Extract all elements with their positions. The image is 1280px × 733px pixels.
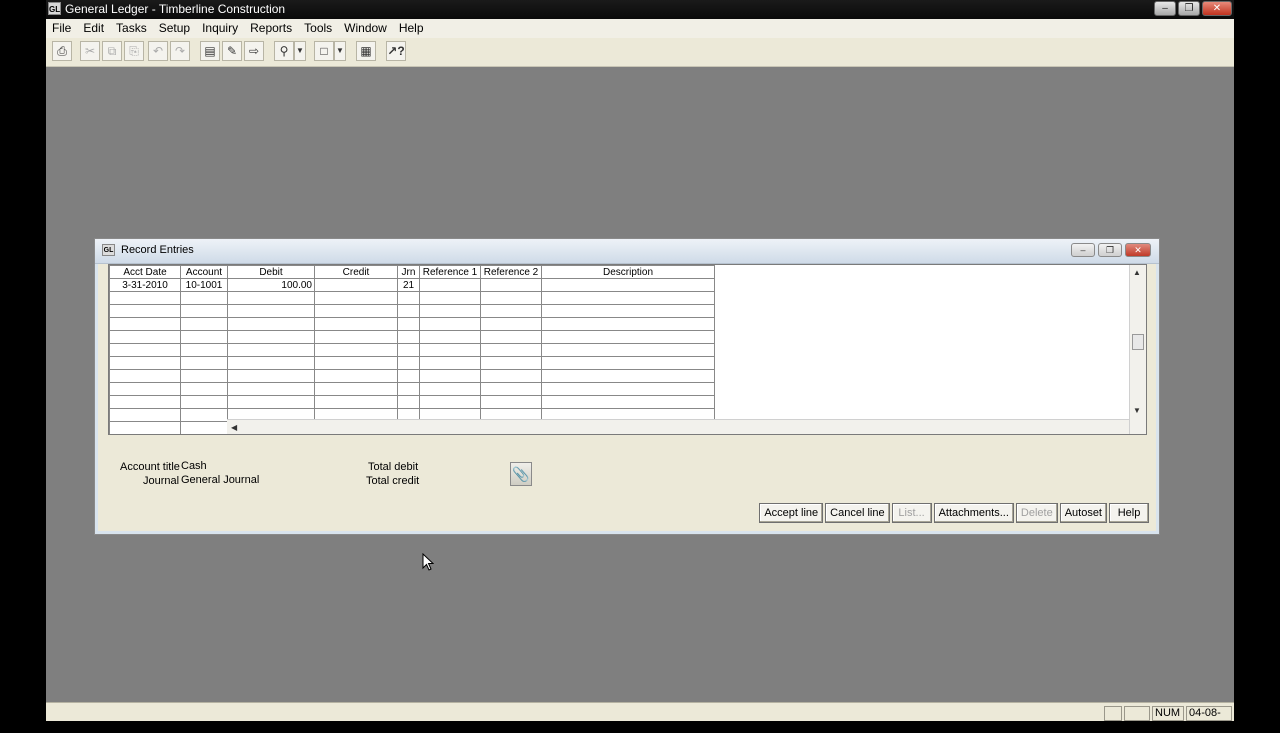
print-icon[interactable]: ⎙ — [52, 41, 72, 61]
cancel-line-button[interactable]: Cancel line — [825, 503, 890, 523]
table-row[interactable] — [109, 343, 715, 357]
dialog-restore-button[interactable]: ❐ — [1098, 243, 1122, 257]
redo-icon[interactable]: ↷ — [170, 41, 190, 61]
edit-form-icon[interactable]: ✎ — [222, 41, 242, 61]
total-debit-label: Total debit — [368, 461, 419, 473]
dialog-title-bar: GL Record Entries – ❐ ✕ — [95, 239, 1159, 264]
close-button[interactable]: ✕ — [1202, 1, 1232, 16]
form-icon[interactable]: ▤ — [200, 41, 220, 61]
column-header[interactable]: Account — [180, 265, 228, 279]
context-help-icon[interactable]: ↗? — [386, 41, 406, 61]
status-date: 04-08-10 — [1186, 706, 1232, 732]
mouse-cursor-icon — [422, 552, 435, 574]
dialog-icon: GL — [102, 244, 115, 256]
paste-icon[interactable]: ⎘ — [124, 41, 144, 61]
journal-label: Journal — [143, 475, 180, 487]
menu-inquiry[interactable]: Inquiry — [196, 19, 244, 38]
toolbar: ⎙ ✂ ⧉ ⎘ ↶ ↷ ▤ ✎ ⇨ ⚲ ▼ □ ▼ ▦ ↗? — [46, 38, 1234, 67]
status-bar: NUM 04-08-10 — [46, 702, 1234, 732]
column-header[interactable]: Description — [541, 265, 715, 279]
scroll-left-icon[interactable]: ◀ — [231, 423, 237, 432]
window-controls: – ❐ ✕ — [1154, 1, 1232, 16]
record-entries-dialog: GL Record Entries – ❐ ✕ Acct Date Accoun… — [94, 238, 1160, 535]
dialog-title: Record Entries — [121, 244, 194, 256]
column-header[interactable]: Reference 1 — [419, 265, 481, 279]
paperclip-icon[interactable]: 📎 — [510, 462, 532, 486]
autoset-button[interactable]: Autoset — [1059, 503, 1107, 523]
title-bar: GL General Ledger - Timberline Construct… — [46, 0, 1234, 19]
description-cell[interactable] — [541, 278, 715, 292]
entries-grid: Acct Date Account Debit Credit Jrn Refer… — [108, 264, 1147, 435]
column-header[interactable]: Jrn — [397, 265, 420, 279]
total-credit-label: Total credit — [366, 475, 420, 487]
debit-cell[interactable]: 100.00 — [227, 278, 315, 292]
calculator-icon[interactable]: ▦ — [356, 41, 376, 61]
account-cell[interactable]: 10-1001 — [180, 278, 228, 292]
dropdown-icon[interactable]: ▼ — [294, 41, 306, 61]
dropdown-icon[interactable]: ▼ — [334, 41, 346, 61]
scroll-up-icon[interactable]: ▲ — [1133, 268, 1141, 277]
dialog-minimize-button[interactable]: – — [1071, 243, 1095, 257]
reference-2-cell[interactable] — [480, 278, 542, 292]
accept-line-button[interactable]: Accept line — [759, 503, 824, 523]
vertical-scrollbar[interactable]: ▲ ▼ — [1129, 265, 1146, 434]
dialog-button-row: Accept line Cancel line List... Attachme… — [759, 503, 1149, 523]
export-icon[interactable]: ⇨ — [244, 41, 264, 61]
dialog-close-button[interactable]: ✕ — [1125, 243, 1151, 257]
num-lock-indicator: NUM — [1152, 706, 1184, 721]
menu-file[interactable]: File — [46, 19, 77, 38]
list-button[interactable]: List... — [891, 503, 932, 523]
column-header[interactable]: Acct Date — [109, 265, 181, 279]
menu-bar: File Edit Tasks Setup Inquiry Reports To… — [46, 19, 1234, 38]
acct-date-cell[interactable]: 3-31-2010 — [109, 278, 181, 292]
status-cell — [1104, 706, 1122, 721]
column-header[interactable]: Debit — [227, 265, 315, 279]
restore-button[interactable]: ❐ — [1178, 1, 1200, 16]
journal-cell[interactable]: 21 — [397, 278, 420, 292]
menu-window[interactable]: Window — [338, 19, 393, 38]
column-header[interactable]: Reference 2 — [480, 265, 542, 279]
table-row[interactable] — [109, 369, 715, 383]
account-title-label: Account title — [120, 461, 180, 473]
window-title: General Ledger - Timberline Construction — [65, 2, 286, 16]
menu-tasks[interactable]: Tasks — [110, 19, 153, 38]
menu-setup[interactable]: Setup — [153, 19, 196, 38]
table-row[interactable] — [109, 330, 715, 344]
table-row[interactable] — [109, 382, 715, 396]
column-header[interactable]: Credit — [314, 265, 398, 279]
copy-icon[interactable]: ⧉ — [102, 41, 122, 61]
status-cell — [1124, 706, 1150, 721]
attachments-button[interactable]: Attachments... — [933, 503, 1014, 523]
scrollbar-thumb[interactable] — [1132, 334, 1144, 350]
app-icon: GL — [48, 2, 61, 15]
grid-header-row: Acct Date Account Debit Credit Jrn Refer… — [109, 265, 715, 279]
delete-button[interactable]: Delete — [1015, 503, 1058, 523]
menu-help[interactable]: Help — [393, 19, 430, 38]
new-icon[interactable]: □ — [314, 41, 334, 61]
undo-icon[interactable]: ↶ — [148, 41, 168, 61]
table-row[interactable] — [109, 291, 715, 305]
minimize-button[interactable]: – — [1154, 1, 1176, 16]
menu-tools[interactable]: Tools — [298, 19, 338, 38]
table-row[interactable] — [109, 304, 715, 318]
dialog-window-controls: – ❐ ✕ — [1071, 243, 1151, 257]
reference-1-cell[interactable] — [419, 278, 481, 292]
table-row[interactable] — [109, 317, 715, 331]
table-row[interactable] — [109, 395, 715, 409]
menu-edit[interactable]: Edit — [77, 19, 110, 38]
cut-icon[interactable]: ✂ — [80, 41, 100, 61]
menu-reports[interactable]: Reports — [244, 19, 298, 38]
horizontal-scrollbar[interactable]: ◀ ▶ — [227, 419, 1145, 434]
help-button[interactable]: Help — [1109, 503, 1149, 523]
journal-value: General Journal — [181, 474, 260, 486]
table-row[interactable] — [109, 356, 715, 370]
table-row: 3-31-2010 10-1001 100.00 21 — [109, 278, 715, 292]
account-title-value: Cash — [181, 460, 207, 472]
entries-table: Acct Date Account Debit Credit Jrn Refer… — [109, 265, 715, 434]
credit-cell[interactable] — [314, 278, 398, 292]
preview-icon[interactable]: ⚲ — [274, 41, 294, 61]
scroll-down-icon[interactable]: ▼ — [1133, 406, 1141, 415]
